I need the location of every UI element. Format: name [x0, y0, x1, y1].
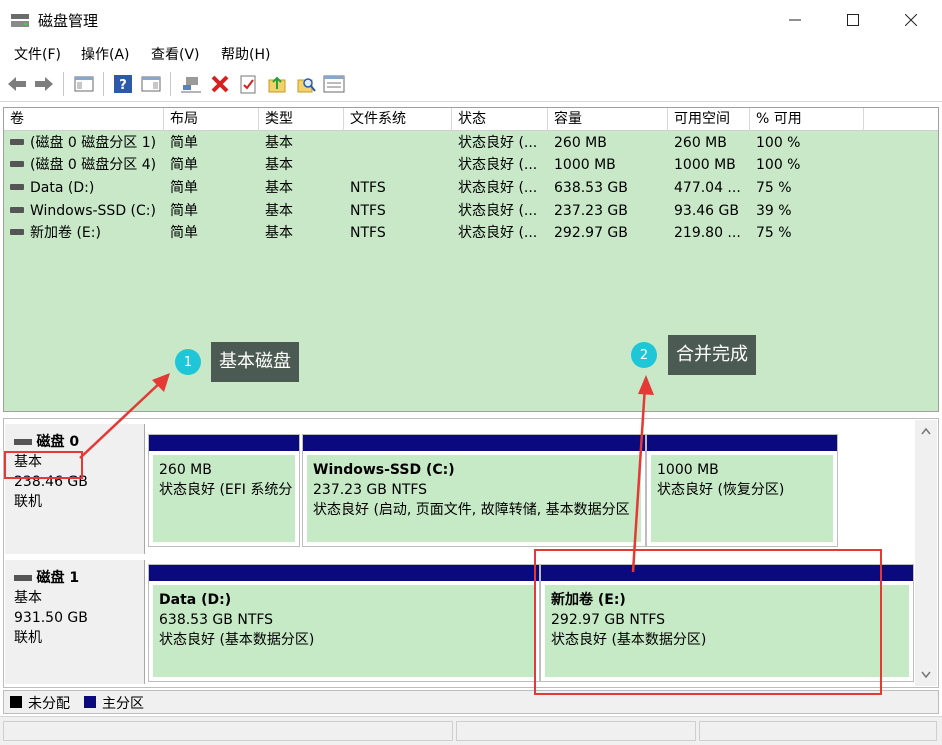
callout-1-badge: 1 [175, 349, 201, 375]
callout-2-badge: 2 [631, 342, 657, 368]
arrow-head-icon [638, 375, 654, 395]
callout-2-text: 合并完成 [668, 335, 756, 375]
annotation-arrows [79, 373, 654, 573]
callout-1-text: 基本磁盘 [211, 342, 299, 382]
